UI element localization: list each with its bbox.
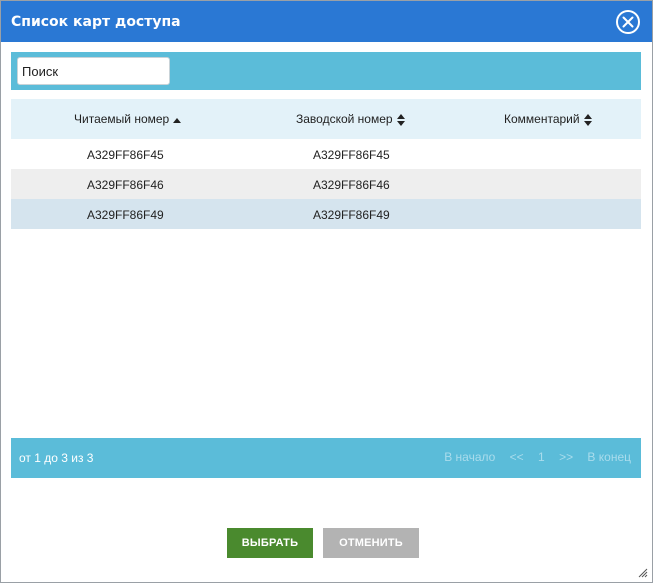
cell-factory-number: A329FF86F49: [313, 208, 390, 222]
search-input[interactable]: [17, 57, 170, 85]
close-button[interactable]: [616, 10, 640, 34]
cancel-button[interactable]: ОТМЕНИТЬ: [323, 528, 419, 558]
pager-next-link[interactable]: >>: [559, 450, 573, 464]
pagination: В начало << 1 >> В конец: [433, 450, 631, 464]
pager-page-number[interactable]: 1: [538, 450, 545, 464]
dialog-titlebar: Список карт доступа: [1, 1, 652, 42]
cell-readable-number: A329FF86F45: [87, 148, 164, 162]
cards-table: Читаемый номер Заводской номер Комментар…: [11, 99, 641, 229]
table-footer: от 1 до 3 из 3 В начало << 1 >> В конец: [11, 438, 641, 478]
sort-both-icon: [583, 113, 592, 126]
pager-last-link[interactable]: В конец: [587, 450, 631, 464]
pager-prev-link[interactable]: <<: [510, 450, 524, 464]
table-row[interactable]: A329FF86F45 A329FF86F45: [11, 139, 641, 169]
access-card-list-dialog: Список карт доступа Читаемый номер Завод…: [0, 0, 653, 583]
pager-first-link[interactable]: В начало: [444, 450, 495, 464]
column-header-readable-number[interactable]: Читаемый номер: [74, 112, 182, 126]
resize-grip-icon[interactable]: [638, 568, 648, 578]
sort-ascending-icon: [173, 117, 182, 123]
table-header: Читаемый номер Заводской номер Комментар…: [11, 99, 641, 139]
column-header-factory-number[interactable]: Заводской номер: [296, 112, 405, 126]
cell-factory-number: A329FF86F46: [313, 178, 390, 192]
column-header-comment[interactable]: Комментарий: [504, 112, 592, 126]
table-row[interactable]: A329FF86F49 A329FF86F49: [11, 199, 641, 229]
cell-readable-number: A329FF86F49: [87, 208, 164, 222]
select-button[interactable]: ВЫБРАТЬ: [227, 528, 313, 558]
search-toolbar: [11, 52, 641, 90]
cell-readable-number: A329FF86F46: [87, 178, 164, 192]
cell-factory-number: A329FF86F45: [313, 148, 390, 162]
table-row[interactable]: A329FF86F46 A329FF86F46: [11, 169, 641, 199]
pagination-info: от 1 до 3 из 3: [19, 451, 94, 465]
close-icon: [622, 16, 634, 28]
sort-both-icon: [396, 113, 405, 126]
dialog-title: Список карт доступа: [11, 14, 181, 30]
